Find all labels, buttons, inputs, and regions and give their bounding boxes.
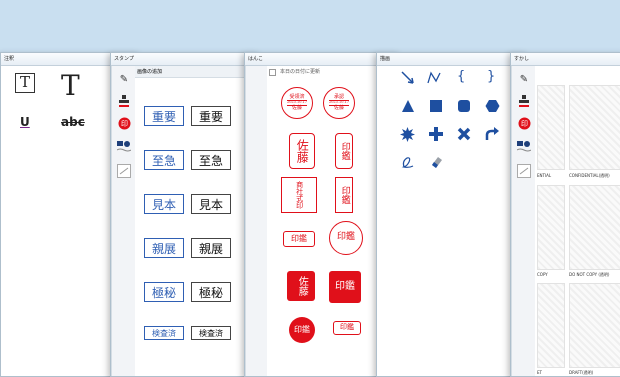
plus-icon[interactable]: [429, 127, 443, 141]
date-stamp-received[interactable]: 受領済 2023.10.17 佐藤: [281, 87, 313, 119]
stamp-window: スタンプ ✎ 印 画像の追加 重要 重要 至急 至急 見本 見本 親展 親展 極秘 極秘 検査済 検査…: [110, 52, 260, 377]
date-update-checkbox[interactable]: [269, 69, 276, 76]
eraser-icon[interactable]: [429, 155, 443, 169]
curved-arrow-icon[interactable]: [485, 127, 499, 141]
watermark-copy-partial[interactable]: [537, 185, 565, 270]
strikethrough-tool[interactable]: abc: [61, 115, 85, 129]
seal-stamp-icon[interactable]: [517, 94, 531, 108]
hexagon-icon[interactable]: [485, 99, 500, 113]
stamp-black[interactable]: 至急: [191, 150, 231, 170]
stamp-grid: 重要 重要至急 至急見本 見本親展 親展極秘 極秘検査済 検査済: [111, 53, 259, 376]
watermark-confidential-transparent[interactable]: [569, 85, 620, 170]
watermark-label: ENTIAL: [537, 173, 552, 178]
starburst-icon[interactable]: [400, 127, 415, 142]
square-icon[interactable]: [429, 99, 443, 113]
inkan-solid-stamp[interactable]: 印鑑: [329, 271, 361, 303]
rounded-square-icon[interactable]: [457, 99, 471, 113]
stamp-black[interactable]: 重要: [191, 106, 231, 126]
watermark-draft-partial[interactable]: [537, 283, 565, 368]
inkan-stamp-2[interactable]: 印鑑: [335, 177, 353, 213]
stamp-black[interactable]: 親展: [191, 238, 231, 258]
svg-text:印: 印: [521, 120, 528, 128]
inkan-round-stamp[interactable]: 印鑑: [329, 221, 363, 255]
date-update-label: 本日の日付に更新: [280, 69, 321, 75]
underline-tool[interactable]: U: [20, 115, 30, 129]
watermark-window: すかし ✎ 印 ENTIAL CONFIDENTIAL(透明) COPY DO …: [510, 52, 620, 377]
stamp-blue[interactable]: 検査済: [144, 326, 184, 340]
text-box-tool[interactable]: T: [15, 73, 35, 93]
inkan-horizontal-stamp[interactable]: 印鑑: [283, 231, 315, 247]
draw-window: 描画 { }: [376, 52, 528, 377]
window-title: すかし: [511, 53, 620, 66]
inkan-stamp[interactable]: 印鑑: [335, 133, 353, 169]
watermark-label: COPY: [537, 272, 548, 277]
watermark-label: DO NOT COPY (透明): [569, 272, 610, 277]
watermark-label: DRAFT(透明): [569, 370, 594, 375]
stamp-blue[interactable]: 極秘: [144, 282, 184, 302]
stamp-black[interactable]: 極秘: [191, 282, 231, 302]
watermark-label: CONFIDENTIAL(透明): [569, 173, 610, 178]
stamp-black[interactable]: 検査済: [191, 326, 231, 340]
company-stamp[interactable]: 商社式印: [281, 177, 317, 213]
text-tool[interactable]: T: [61, 69, 80, 102]
draw-panel: { }: [399, 67, 509, 187]
sato-solid-stamp[interactable]: 佐藤: [287, 271, 315, 301]
hanko-icon[interactable]: 印: [517, 116, 531, 130]
stamp-black[interactable]: 見本: [191, 194, 231, 214]
polyline-icon[interactable]: [427, 71, 441, 85]
stamp-blue[interactable]: 親展: [144, 238, 184, 258]
shapes-icon[interactable]: [517, 140, 531, 154]
tool-strip: [245, 66, 267, 376]
watermark-draft[interactable]: [569, 283, 620, 368]
watermark-icon[interactable]: [517, 164, 531, 178]
inkan-solid-round[interactable]: 印鑑: [289, 317, 315, 343]
hanko-panel: 受領済 2023.10.17 佐藤 承認 2023.10.17 佐藤 佐藤 印鑑…: [267, 81, 377, 376]
window-title: 描画: [377, 53, 527, 66]
watermark-confidential-partial[interactable]: [537, 85, 565, 170]
pen-icon[interactable]: ✎: [517, 72, 531, 86]
inkan-horizontal-stamp-2[interactable]: 印鑑: [333, 321, 361, 335]
stamp-blue[interactable]: 見本: [144, 194, 184, 214]
triangle-icon[interactable]: [401, 99, 415, 113]
date-stamp-approved[interactable]: 承認 2023.10.17 佐藤: [323, 87, 355, 119]
freehand-icon[interactable]: [401, 155, 415, 169]
sato-stamp[interactable]: 佐藤: [289, 133, 315, 169]
tool-strip: ✎ 印: [511, 66, 535, 376]
arrow-line-icon[interactable]: [401, 71, 415, 85]
watermark-label: ET: [537, 370, 542, 375]
brace-open-icon[interactable]: {: [457, 69, 465, 84]
watermark-do-not-copy[interactable]: [569, 185, 620, 270]
cross-icon[interactable]: [457, 127, 471, 141]
stamp-blue[interactable]: 至急: [144, 150, 184, 170]
stamp-blue[interactable]: 重要: [144, 106, 184, 126]
brace-close-icon[interactable]: }: [487, 69, 495, 84]
